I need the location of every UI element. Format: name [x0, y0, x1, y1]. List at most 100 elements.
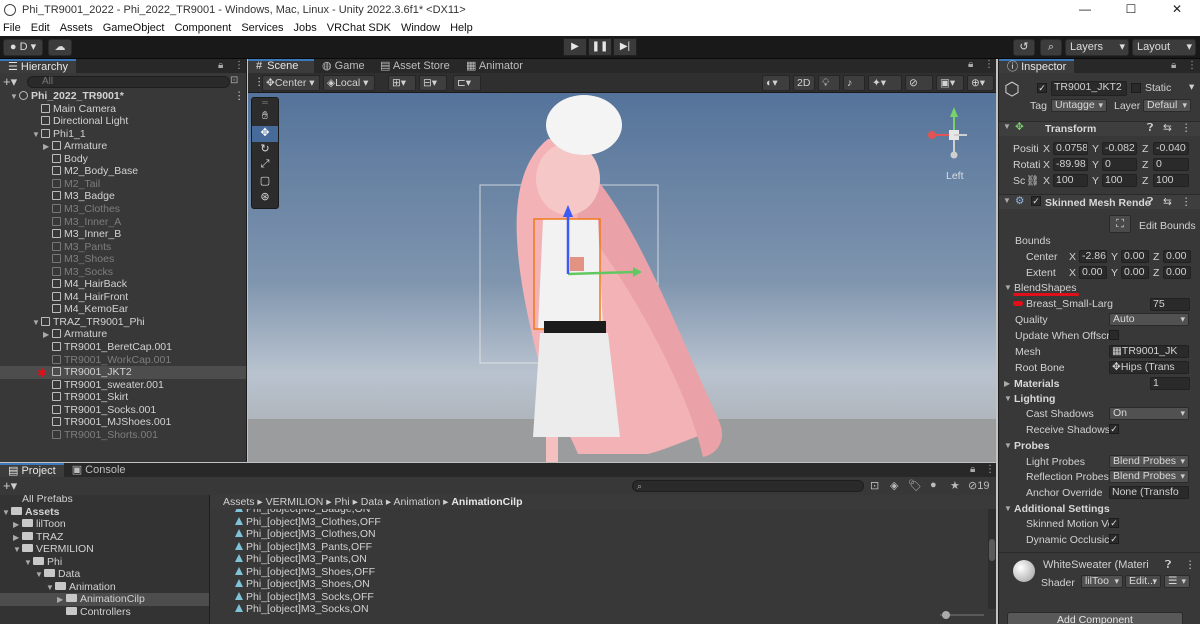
probes-collapse-icon[interactable]: ▼ [1004, 441, 1012, 450]
hierarchy-item[interactable]: ▼ Phi1_1 [0, 128, 246, 141]
project-folder-item[interactable]: All Prefabs [0, 495, 209, 506]
light-probes-dropdown[interactable]: Blend Probes [1109, 455, 1189, 468]
hand-tool-icon[interactable]: ✋︎ [252, 110, 278, 126]
move-tool-icon[interactable]: ✥ [252, 126, 278, 142]
center-z-field[interactable]: 0.00 [1163, 250, 1191, 263]
mesh-field[interactable]: ▦TR9001_JK [1109, 345, 1189, 358]
shader-dropdown[interactable]: lilToo [1081, 575, 1123, 588]
hierarchy-item[interactable]: TR9001_Socks.001 [0, 404, 246, 417]
tab-game[interactable]: ◍ Game [314, 59, 373, 73]
inspector-lock-icon[interactable]: 🔒︎ [1171, 60, 1176, 71]
project-lock-icon[interactable]: 🔒︎ [970, 464, 975, 475]
hierarchy-item[interactable]: M3_Clothes [0, 203, 246, 216]
rect-tool-icon[interactable]: ▢ [252, 174, 278, 190]
increment-snap-button[interactable]: ⊟▾ [419, 75, 447, 91]
palette-grip-icon[interactable]: ═ [252, 98, 278, 110]
hierarchy-item[interactable]: ▼ Phi_2022_TR9001* ⋮ [0, 90, 246, 103]
object-name-field[interactable]: TR9001_JKT2 [1051, 81, 1127, 96]
dynamic-occlusion-checkbox[interactable]: ✓ [1109, 534, 1119, 544]
extent-y-field[interactable]: 0.00 [1121, 266, 1149, 279]
tag-dropdown[interactable]: Untagge [1051, 99, 1107, 112]
project-add-icon[interactable]: +▾ [3, 478, 17, 494]
filter-log-icon[interactable]: ● [930, 479, 937, 491]
link-scale-icon[interactable]: ⛓︎ [1026, 174, 1039, 187]
space-dropdown[interactable]: ◈Local ▾ [323, 75, 375, 91]
hidden-count-badge[interactable]: ⊘19 [968, 479, 989, 492]
smr-help-icon[interactable]: ❓︎ [1147, 196, 1153, 209]
filter-type-icon[interactable]: ◈ [890, 479, 898, 492]
hierarchy-item[interactable]: TR9001_MJShoes.001 [0, 416, 246, 429]
project-folder-item[interactable]: ▶ lilToon [0, 518, 209, 531]
more-icon[interactable]: ⋮ [234, 60, 244, 71]
add-component-button[interactable]: Add Component [1007, 612, 1183, 624]
probes-foldout[interactable]: Probes [1014, 440, 1050, 452]
menu-item-file[interactable]: File [3, 22, 21, 34]
rotation-z-field[interactable]: 0 [1153, 158, 1189, 171]
smr-preset-icon[interactable]: ⇆ [1163, 196, 1172, 208]
scale-z-field[interactable]: 100 [1153, 174, 1189, 187]
breadcrumb-item[interactable]: Assets [223, 496, 255, 508]
extent-z-field[interactable]: 0.00 [1163, 266, 1191, 279]
anchor-override-field[interactable]: None (Transfo [1109, 486, 1189, 499]
transform-tool-icon[interactable]: ⊛ [252, 190, 278, 206]
snap-settings-button[interactable]: ⊏▾ [453, 75, 481, 91]
hierarchy-item[interactable]: M3_Inner_A [0, 216, 246, 229]
scene-lock-icon[interactable]: 🔒︎ [968, 59, 973, 70]
rotation-x-field[interactable]: -89.98 [1053, 158, 1088, 171]
hierarchy-item[interactable]: M3_Inner_B [0, 228, 246, 241]
grid-snap-button[interactable]: ⊞▾ [388, 75, 416, 91]
update-offscreen-checkbox[interactable] [1109, 330, 1119, 340]
project-file-item[interactable]: Phi_[object]M3_Shoes,OFF [211, 566, 375, 579]
material-menu-icon[interactable]: ⋮ [1185, 559, 1196, 571]
shader-list-icon[interactable]: ☰ [1164, 575, 1190, 588]
hierarchy-item[interactable]: TR9001_Skirt [0, 391, 246, 404]
menu-item-window[interactable]: Window [401, 22, 440, 34]
project-folder-item[interactable]: Controllers [0, 606, 209, 619]
smr-enabled-checkbox[interactable]: ✓ [1031, 196, 1041, 206]
favorite-icon[interactable]: ★ [950, 479, 960, 492]
center-x-field[interactable]: -2.86 [1079, 250, 1107, 263]
additional-collapse-icon[interactable]: ▼ [1004, 504, 1012, 513]
component-menu-icon[interactable]: ⋮ [1181, 122, 1192, 134]
project-folder-item[interactable]: ▼ Animation [0, 581, 209, 594]
audio-toggle-icon[interactable]: ♪ [843, 75, 865, 91]
maximize-icon[interactable]: ☐ [1108, 0, 1154, 19]
project-folder-item[interactable]: ▼ Assets [0, 506, 209, 519]
camera-settings-icon[interactable]: ▣▾ [936, 75, 964, 91]
blendshapes-collapse-icon[interactable]: ▼ [1004, 283, 1012, 292]
menu-item-services[interactable]: Services [241, 22, 283, 34]
transform-collapse-icon[interactable]: ▼ [1003, 122, 1011, 131]
search-options-icon[interactable]: ⊡ [230, 75, 238, 86]
pivot-dropdown[interactable]: ✥Center ▾ [262, 75, 320, 91]
project-file-item[interactable]: Phi_[object]M3_Shoes,ON [211, 578, 370, 591]
lighting-foldout[interactable]: Lighting [1014, 393, 1055, 405]
icon-size-slider-thumb[interactable] [942, 611, 950, 619]
step-button[interactable]: ▶| [613, 38, 637, 56]
hierarchy-item[interactable]: M3_Badge [0, 190, 246, 203]
materials-foldout[interactable]: Materials [1014, 378, 1060, 390]
edit-bounds-button[interactable]: ⛶ [1109, 215, 1131, 233]
rotate-tool-icon[interactable]: ↻ [252, 142, 278, 158]
scale-x-field[interactable]: 100 [1053, 174, 1088, 187]
tab-inspector[interactable]: ⓘ Inspector [999, 59, 1075, 73]
menu-item-jobs[interactable]: Jobs [294, 22, 317, 34]
project-folder-item[interactable]: ▼ Data [0, 568, 209, 581]
scene-viewport[interactable] [248, 59, 996, 462]
hierarchy-item[interactable]: M4_HairBack [0, 278, 246, 291]
receive-shadows-checkbox[interactable]: ✓ [1109, 424, 1119, 434]
active-checkbox[interactable]: ✓ [1037, 83, 1047, 93]
hierarchy-item[interactable]: M3_Shoes [0, 253, 246, 266]
gizmos-toggle-icon[interactable]: ⊕▾ [967, 75, 994, 91]
project-file-item[interactable]: Phi_[object]M3_Socks,OFF [211, 591, 374, 604]
smr-menu-icon[interactable]: ⋮ [1181, 196, 1192, 208]
lock-icon[interactable]: 🔒︎ [218, 60, 223, 71]
add-icon[interactable]: +▾ [3, 74, 17, 90]
project-folder-item[interactable]: ▶ TRAZ [0, 531, 209, 544]
center-y-field[interactable]: 0.00 [1121, 250, 1149, 263]
draw-mode-button[interactable]: ◐▾ [762, 75, 790, 91]
hierarchy-item[interactable]: M3_Socks [0, 266, 246, 279]
position-x-field[interactable]: 0.0758 [1053, 142, 1088, 155]
play-button[interactable]: ▶ [563, 38, 587, 56]
hierarchy-item[interactable]: Body [0, 153, 246, 166]
hierarchy-item[interactable]: M4_KemoEar [0, 303, 246, 316]
